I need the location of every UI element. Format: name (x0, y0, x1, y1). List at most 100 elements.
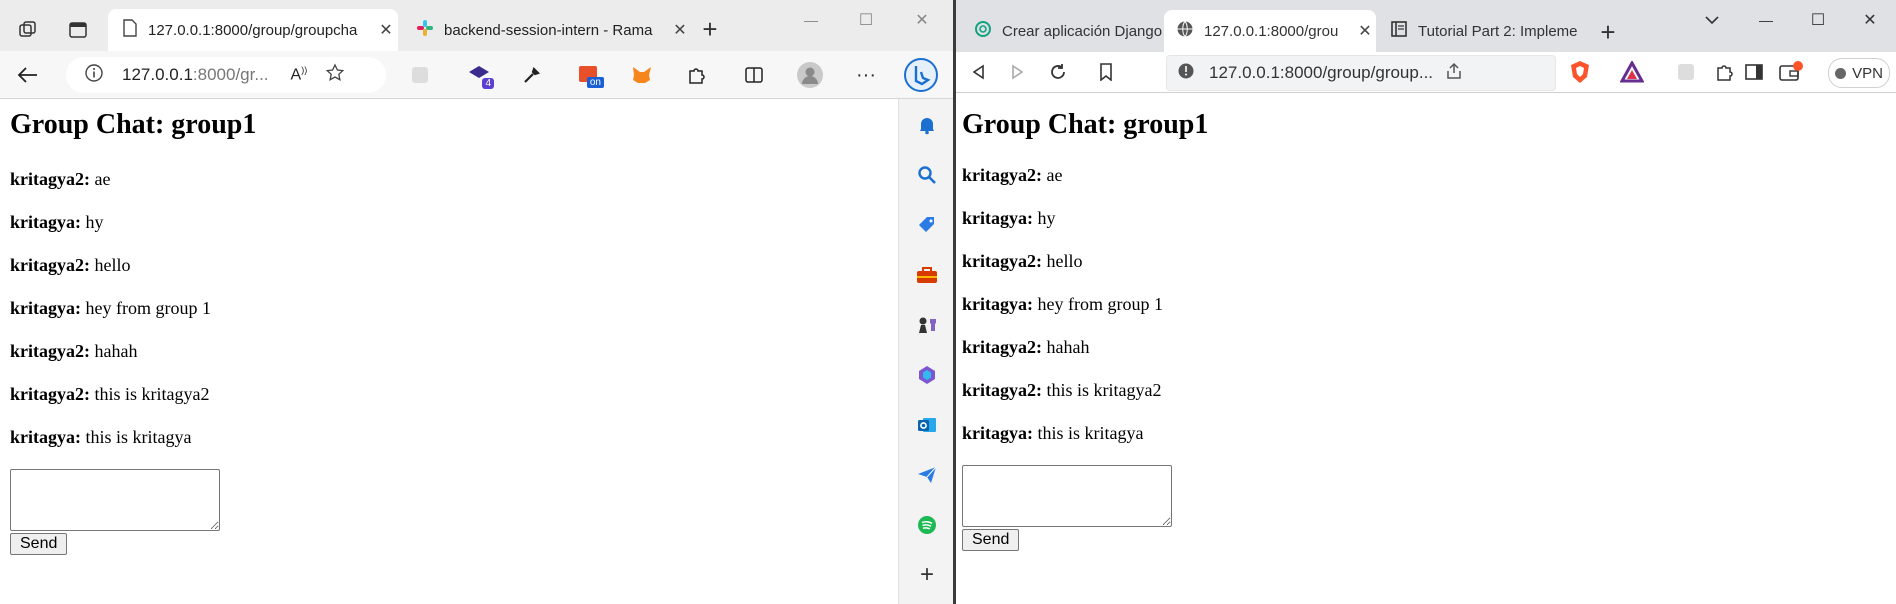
message-user: kritagya: (962, 423, 1033, 443)
message-user: kritagya: (962, 294, 1033, 314)
chat-message: kritagya2: this is kritagya2 (10, 384, 210, 405)
sidebar-toggle-icon[interactable] (1742, 60, 1766, 84)
profile-avatar[interactable] (796, 61, 824, 89)
tab-slack[interactable]: backend-session-intern - Rama ✕ (402, 9, 692, 51)
games-chess-icon[interactable] (913, 311, 941, 339)
extension-icon[interactable] (408, 63, 432, 87)
tab-tutorial-part-2[interactable]: Tutorial Part 2: Impleme (1378, 10, 1578, 52)
message-text: hy (1037, 208, 1056, 228)
extension-badge-icon[interactable]: 4 (464, 61, 494, 89)
search-icon[interactable] (913, 161, 941, 189)
message-user: kritagya2: (962, 380, 1042, 400)
chat-message: kritagya: hey from group 1 (962, 294, 1163, 315)
message-text: ae (1046, 165, 1063, 185)
wallet-icon[interactable] (1776, 58, 1806, 86)
message-text: hello (94, 255, 131, 275)
extensions-puzzle-icon[interactable] (1712, 60, 1736, 84)
chat-page: Group Chat: group1 kritagya2: ae kritagy… (10, 99, 257, 555)
message-user: kritagya2: (10, 384, 90, 404)
message-text: this is kritagya2 (94, 384, 210, 404)
workspaces-icon[interactable] (16, 18, 40, 42)
send-plane-icon[interactable] (913, 461, 941, 489)
tab-crear-aplicacion[interactable]: Crear aplicación Django (962, 10, 1162, 52)
send-button[interactable]: Send (962, 529, 1020, 551)
info-icon[interactable] (1177, 62, 1195, 85)
chat-message: kritagya2: ae (962, 165, 1062, 186)
chat-message: kritagya: hy (10, 212, 104, 233)
brave-window: Crear aplicación Django 127.0.0.1:8000/g… (956, 0, 1896, 604)
bookmark-icon[interactable] (1094, 60, 1118, 84)
edge-tab-bar: 127.0.0.1:8000/group/groupcha ✕ backend-… (0, 0, 954, 51)
metamask-fox-icon[interactable] (630, 63, 654, 87)
book-icon (1390, 20, 1408, 42)
back-arrow-icon[interactable] (14, 61, 42, 89)
url-text: 127.0.0.1:8000/group/group... (1209, 63, 1434, 82)
maximize-button[interactable]: ☐ (1804, 8, 1832, 32)
chat-message: kritagya2: hahah (962, 337, 1089, 358)
page-title: Group Chat: group1 (962, 109, 1209, 140)
minimize-button[interactable]: — (1752, 8, 1780, 32)
chat-message: kritagya2: this is kritagya2 (962, 380, 1162, 401)
minimize-button[interactable]: — (797, 8, 825, 32)
toolbox-icon[interactable] (913, 261, 941, 289)
shopping-tag-icon[interactable] (913, 211, 941, 239)
bell-icon[interactable] (913, 111, 941, 139)
edge-page-content: Group Chat: group1 kritagya2: ae kritagy… (0, 99, 898, 604)
new-tab-button[interactable]: + (1594, 17, 1622, 47)
send-button[interactable]: Send (10, 533, 68, 555)
add-sidebar-app-button[interactable]: + (913, 561, 941, 589)
message-text: hey from group 1 (85, 298, 211, 318)
site-info-icon[interactable] (84, 63, 104, 88)
address-bar[interactable]: 127.0.0.1:8000/gr... A)) (66, 57, 386, 93)
vertical-tabs-icon[interactable] (66, 18, 90, 42)
split-screen-icon[interactable] (742, 63, 766, 87)
close-tab-icon[interactable]: ✕ (668, 20, 692, 40)
edge-window: 127.0.0.1:8000/group/groupcha ✕ backend-… (0, 0, 954, 604)
chat-message: kritagya2: hello (10, 255, 131, 276)
tab-group-chat[interactable]: 127.0.0.1:8000/group/groupcha ✕ (108, 9, 398, 51)
page-title: Group Chat: group1 (10, 109, 257, 140)
chat-message: kritagya2: hello (962, 251, 1083, 272)
share-icon[interactable] (1445, 62, 1463, 85)
outlook-icon[interactable] (913, 411, 941, 439)
eyedropper-icon[interactable] (520, 63, 544, 87)
extension-icon[interactable] (1674, 60, 1698, 84)
tab-group-chat[interactable]: 127.0.0.1:8000/grou ✕ (1164, 10, 1376, 52)
message-user: kritagya2: (962, 165, 1042, 185)
extensions-puzzle-icon[interactable] (684, 63, 708, 87)
tab-label: 127.0.0.1:8000/grou (1204, 22, 1339, 40)
chat-message: kritagya: this is kritagya (962, 423, 1144, 444)
message-input[interactable] (962, 465, 1172, 527)
back-triangle-icon[interactable] (966, 60, 990, 84)
favorite-star-icon[interactable] (325, 62, 345, 88)
brave-shields-icon[interactable] (1566, 58, 1594, 86)
close-window-button[interactable]: ✕ (1856, 8, 1884, 32)
close-tab-icon[interactable]: ✕ (374, 20, 398, 40)
forward-triangle-icon[interactable] (1006, 60, 1030, 84)
brave-rewards-icon[interactable] (1618, 58, 1646, 86)
tab-search-chevron-icon[interactable] (1698, 8, 1726, 32)
spotify-icon[interactable] (913, 511, 941, 539)
badge-on: on (586, 77, 604, 88)
bing-copilot-icon[interactable] (902, 56, 940, 94)
extension-on-icon[interactable]: on (574, 61, 604, 89)
address-bar[interactable]: 127.0.0.1:8000/group/group... (1166, 55, 1556, 91)
url-rest: :8000/gr... (192, 65, 269, 84)
close-window-button[interactable]: ✕ (908, 8, 936, 32)
more-menu-button[interactable]: ··· (852, 63, 880, 87)
tab-label: Tutorial Part 2: Impleme (1418, 22, 1578, 40)
vpn-button[interactable]: VPN (1828, 58, 1890, 88)
page-icon (122, 19, 138, 41)
message-text: this is kritagya2 (1046, 380, 1162, 400)
read-aloud-icon[interactable]: A)) (291, 65, 308, 84)
reload-icon[interactable] (1046, 60, 1070, 84)
close-tab-icon[interactable]: ✕ (1354, 21, 1376, 41)
maximize-button[interactable]: ☐ (852, 8, 880, 32)
edge-sidebar: + (898, 99, 954, 604)
message-input[interactable] (10, 469, 220, 531)
tab-label: 127.0.0.1:8000/group/groupcha (148, 21, 358, 39)
new-tab-button[interactable]: + (698, 14, 722, 44)
microsoft365-icon[interactable] (913, 361, 941, 389)
chat-page: Group Chat: group1 kritagya2: ae kritagy… (962, 93, 1209, 551)
message-text: this is kritagya (85, 427, 192, 447)
